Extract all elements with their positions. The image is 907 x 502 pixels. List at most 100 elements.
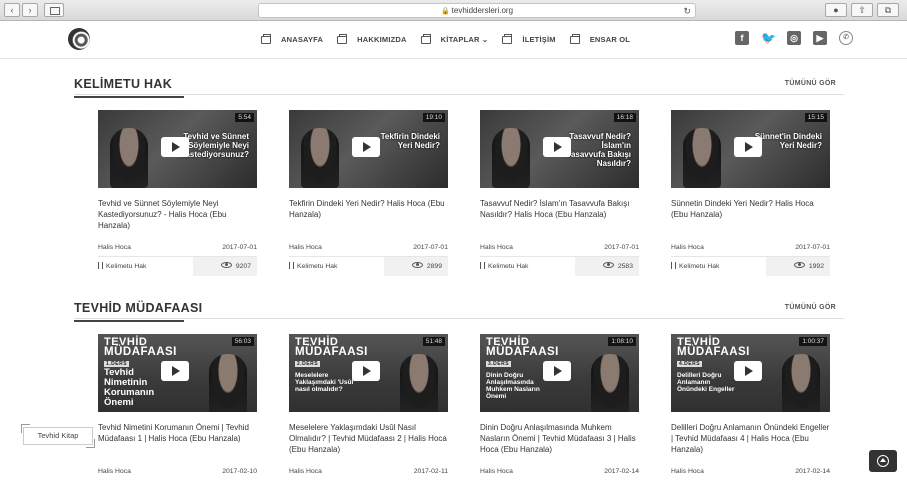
category-link[interactable]: Kelimetu Hak [671,257,766,276]
author: Halis Hoca [289,244,322,251]
video-duration: 5:54 [235,113,254,122]
category-link[interactable]: Kelimetu Hak [98,257,193,276]
category-icon [480,262,485,269]
play-icon[interactable] [161,137,189,157]
main-navigation: ANASAYFA HAKKIMIZDA KİTAPLAR ⌄ İLETİŞİM … [261,33,644,44]
video-thumbnail[interactable]: Tasavvuf Nedir? İslam'ın Tasavvufa Bakış… [480,110,639,188]
author: Halis Hoca [480,244,513,251]
video-list: TEVHİD MÜDAFAASI 1.DERS Tevhid Nimetinin K… [98,334,830,480]
browser-actions: ● ⇧ ⧉ [821,3,899,17]
video-thumbnail[interactable]: TEVHİD MÜDAFAASI 2.DERS Meselelere Yaklaşı… [289,334,448,412]
view-count: 1992 [766,257,830,276]
address-bar[interactable]: 🔒 tevhiddersleri.org ↻ [258,3,696,18]
instagram-icon[interactable]: ◎ [787,31,801,45]
author: Halis Hoca [480,468,513,475]
nav-label: İLETİŞİM [522,35,556,44]
nav-item-iletisim[interactable]: İLETİŞİM [502,33,556,44]
video-list: Tevhid ve Sünnet Söylemiyle Neyi Kastedi… [98,110,830,276]
play-icon[interactable] [543,361,571,381]
category-icon [98,262,103,269]
site-logo[interactable] [68,28,90,50]
share-button[interactable]: ⇧ [851,3,873,17]
brand-line: MÜDAFAASI [295,346,368,358]
twitter-icon[interactable]: 🐦 [761,31,776,45]
video-title[interactable]: Meselelere Yaklaşımdaki Usûl Nasıl Olmal… [289,412,448,464]
video-card[interactable]: TEVHİD MÜDAFAASI 4.DERS Delilleri Doğru An… [671,334,830,480]
video-meta: Halis Hoca 2017-07-01 [98,240,257,256]
nav-label: HAKKIMIZDA [357,35,407,44]
thumbnail-caption: Dinin Doğru Anlaşılmasında Muhkem Naslar… [486,372,540,400]
video-card[interactable]: TEVHİD MÜDAFAASI 2.DERS Meselelere Yaklaşı… [289,334,448,480]
video-meta: Halis Hoca 2017-07-01 [671,240,830,256]
play-icon[interactable] [161,361,189,381]
facebook-icon[interactable]: f [735,31,749,45]
nav-item-hakkimizda[interactable]: HAKKIMIZDA [337,33,407,44]
video-card[interactable]: Tekfirin Dindeki Yeri Nedir? 19:10 Tekfi… [289,110,448,276]
thumbnail-caption: Tasavvuf Nedir? İslam'ın Tasavvufa Bakış… [566,132,631,168]
nav-item-anasayfa[interactable]: ANASAYFA [261,33,323,44]
author: Halis Hoca [671,244,704,251]
video-card[interactable]: Tevhid ve Sünnet Söylemiyle Neyi Kastedi… [98,110,257,276]
video-title[interactable]: Tekfirin Dindeki Yeri Nedir? Halis Hoca … [289,188,448,240]
see-all-link[interactable]: TÜMÜNÜ GÖR [785,304,836,311]
category-icon [289,262,294,269]
category-link[interactable]: Kelimetu Hak [480,257,575,276]
tabs-button[interactable]: ⧉ [877,3,899,17]
video-title[interactable]: Dinin Doğru Anlaşılmasında Muhkem Naslar… [480,412,639,464]
section-title: KELİMETU HAK [74,77,185,98]
video-title[interactable]: Tasavvuf Nedir? İslam'ın Tasavvufa Bakış… [480,188,639,240]
video-thumbnail[interactable]: Tevhid ve Sünnet Söylemiyle Neyi Kastedi… [98,110,257,188]
category-label: Kelimetu Hak [679,263,720,270]
see-all-link[interactable]: TÜMÜNÜ GÖR [785,80,836,87]
video-card[interactable]: TEVHİD MÜDAFAASI 3.DERS Dinin Doğru Anlaşı… [480,334,639,480]
nav-item-kitaplar[interactable]: KİTAPLAR ⌄ [420,33,489,44]
video-thumbnail[interactable]: TEVHİD MÜDAFAASI 4.DERS Delilleri Doğru An… [671,334,830,412]
play-icon[interactable] [734,137,762,157]
scroll-to-top-button[interactable] [869,450,897,472]
video-thumbnail[interactable]: Tekfirin Dindeki Yeri Nedir? 19:10 [289,110,448,188]
forward-button[interactable]: › [22,3,38,17]
video-title[interactable]: Tevhid ve Sünnet Söylemiyle Neyi Kastedi… [98,188,257,240]
category-label: Kelimetu Hak [488,263,529,270]
social-links: f 🐦 ◎ ▶ ✆ [735,31,865,45]
video-thumbnail[interactable]: TEVHİD MÜDAFAASI 3.DERS Dinin Doğru Anlaşı… [480,334,639,412]
reload-icon[interactable]: ↻ [683,5,691,18]
category-link[interactable]: Kelimetu Hak [289,257,384,276]
lock-icon: 🔒 [440,8,450,15]
video-card[interactable]: Sünnet'in Dindeki Yeri Nedir? 15:15 Sünn… [671,110,830,276]
category-icon [671,262,676,269]
folder-icon [420,33,431,44]
date: 2017-02-14 [604,468,639,475]
download-button[interactable]: ● [825,3,847,17]
view-count: 2583 [575,257,639,276]
speaker-image [400,354,438,412]
back-button[interactable]: ‹ [4,3,20,17]
video-title[interactable]: Sünnetin Dindeki Yeri Nedir? Halis Hoca … [671,188,830,240]
play-icon[interactable] [734,361,762,381]
play-icon[interactable] [543,137,571,157]
video-thumbnail[interactable]: TEVHİD MÜDAFAASI 1.DERS Tevhid Nimetinin K… [98,334,257,412]
view-count: 2899 [384,257,448,276]
browser-toolbar: ‹ › 🔒 tevhiddersleri.org ↻ ● ⇧ ⧉ [0,0,907,21]
whatsapp-icon[interactable]: ✆ [839,31,853,45]
video-card[interactable]: TEVHİD MÜDAFAASI 1.DERS Tevhid Nimetinin K… [98,334,257,480]
speaker-image [301,128,339,188]
video-duration: 1:08:10 [608,337,636,346]
sidebar-toggle-button[interactable] [44,3,64,17]
view-count: 9207 [193,257,257,276]
video-title[interactable]: Delilleri Doğru Anlamanın Önündeki Engel… [671,412,830,464]
video-title[interactable]: Tevhid Nimetini Korumanın Önemi | Tevhid… [98,412,257,464]
video-thumbnail[interactable]: Sünnet'in Dindeki Yeri Nedir? 15:15 [671,110,830,188]
thumbnail-caption: Tevhid Nimetinin Korumanın Önemi [104,367,155,408]
nav-item-ensar-ol[interactable]: ENSAR OL [569,33,630,44]
video-card[interactable]: Tasavvuf Nedir? İslam'ın Tasavvufa Bakış… [480,110,639,276]
eye-icon [220,262,232,268]
play-icon[interactable] [352,361,380,381]
youtube-icon[interactable]: ▶ [813,31,827,45]
floating-tab-label[interactable]: Tevhid Kitap [21,424,95,448]
speaker-image [209,354,247,412]
folder-icon [502,33,513,44]
speaker-image [110,128,148,188]
play-icon[interactable] [352,137,380,157]
arrow-up-icon [877,455,889,467]
